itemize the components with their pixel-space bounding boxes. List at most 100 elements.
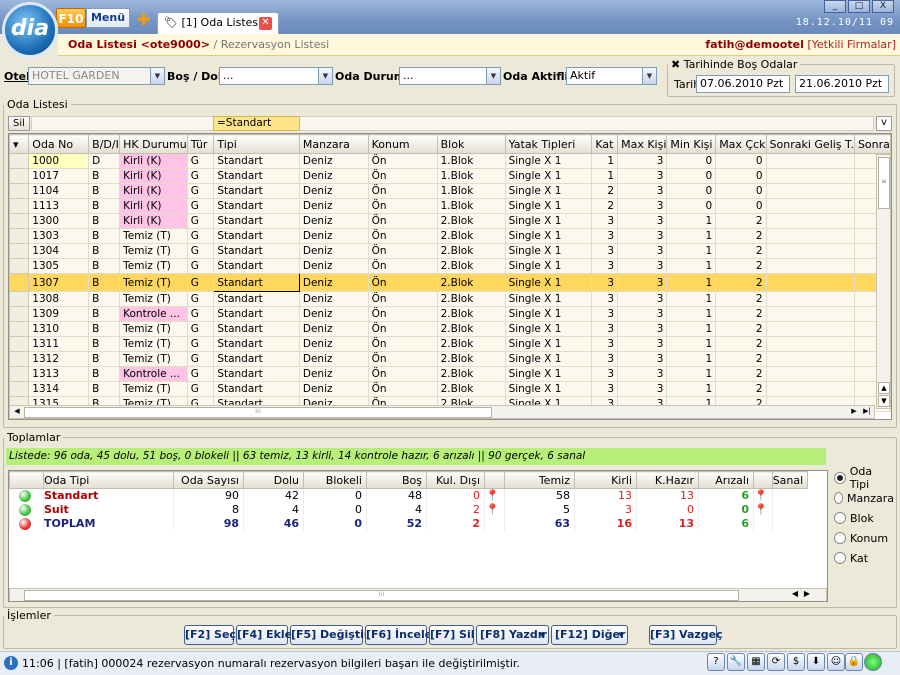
- table-cell[interactable]: 1: [666, 381, 717, 397]
- table-cell[interactable]: 1307: [28, 273, 90, 292]
- pin-icon[interactable]: 📍: [484, 488, 505, 503]
- table-cell[interactable]: Deniz: [298, 243, 369, 259]
- tipi-filter-input[interactable]: =Standart: [213, 116, 300, 131]
- table-cell[interactable]: Standart: [213, 258, 300, 274]
- table-cell[interactable]: Ön: [367, 381, 438, 397]
- column-header[interactable]: B/D/I: [88, 134, 121, 154]
- table-cell[interactable]: Ön: [367, 198, 438, 214]
- scroll-down-icon[interactable]: ▼: [878, 395, 890, 407]
- incele-button[interactable]: [F6] İncele: [365, 625, 432, 645]
- table-cell[interactable]: 1.Blok: [436, 183, 506, 199]
- table-row[interactable]: 1305 B Temiz (T) G Standart Deniz Ön 2.Blok Sing…: [9, 258, 891, 274]
- column-header[interactable]: Tipi: [213, 134, 300, 154]
- column-header[interactable]: Oda No: [28, 134, 90, 154]
- table-cell[interactable]: Ön: [367, 243, 438, 259]
- table-cell[interactable]: B: [88, 366, 121, 382]
- table-cell[interactable]: 1: [666, 366, 717, 382]
- table-cell[interactable]: 2: [715, 306, 767, 322]
- table-cell[interactable]: Standart: [213, 273, 300, 292]
- table-cell[interactable]: Standart: [213, 336, 300, 352]
- table-cell[interactable]: 3: [617, 366, 668, 382]
- table-cell[interactable]: 1304: [28, 243, 90, 259]
- table-cell[interactable]: 2.Blok: [436, 213, 506, 229]
- table-cell[interactable]: 3: [617, 321, 668, 337]
- minimize-button[interactable]: _: [824, 0, 846, 13]
- table-cell[interactable]: Single X 1: [504, 381, 593, 397]
- table-cell[interactable]: 2: [715, 258, 767, 274]
- table-cell[interactable]: Standart: [213, 153, 300, 169]
- table-cell[interactable]: 3: [591, 213, 619, 229]
- scroll-right-icon[interactable]: ▶: [804, 589, 810, 598]
- row-selector[interactable]: [9, 351, 30, 367]
- table-cell[interactable]: 3: [617, 183, 668, 199]
- sil-action-button[interactable]: [F7] Sil: [429, 625, 475, 645]
- table-cell[interactable]: G: [186, 306, 215, 322]
- table-cell[interactable]: G: [186, 321, 215, 337]
- totals-row[interactable]: TOPLAM 98 46 0 52 2 63 16 13 6: [9, 516, 808, 531]
- table-cell[interactable]: Ön: [367, 336, 438, 352]
- table-cell[interactable]: 1312: [28, 351, 90, 367]
- table-cell[interactable]: Deniz: [298, 366, 369, 382]
- table-cell[interactable]: Kontrole ...: [119, 306, 188, 322]
- table-cell[interactable]: Ön: [367, 273, 438, 292]
- oda-aktifligi-select[interactable]: Aktif ▼: [566, 67, 657, 85]
- table-cell[interactable]: G: [186, 153, 215, 169]
- table-cell[interactable]: 1: [666, 213, 717, 229]
- table-cell[interactable]: G: [186, 243, 215, 259]
- totals-column-header[interactable]: Oda Tipi: [43, 471, 174, 489]
- table-cell[interactable]: Ön: [367, 168, 438, 184]
- table-cell[interactable]: Standart: [213, 228, 300, 244]
- table-cell[interactable]: 2: [715, 213, 767, 229]
- table-cell[interactable]: 2.Blok: [436, 306, 506, 322]
- table-cell[interactable]: Ön: [367, 228, 438, 244]
- table-cell[interactable]: 1113: [28, 198, 90, 214]
- row-selector[interactable]: [9, 258, 30, 274]
- table-cell[interactable]: Deniz: [298, 258, 369, 274]
- sil-button[interactable]: Sil: [8, 116, 30, 131]
- h-scroll-thumb[interactable]: ⁞⁞⁞: [24, 407, 492, 418]
- table-cell[interactable]: 0: [715, 198, 767, 214]
- totals-column-header[interactable]: Kirli: [574, 471, 637, 489]
- table-cell[interactable]: 1: [666, 273, 717, 292]
- totals-column-header[interactable]: Kul. Dışı: [426, 471, 485, 489]
- table-cell[interactable]: 3: [617, 381, 668, 397]
- table-cell[interactable]: 1104: [28, 183, 90, 199]
- row-selector[interactable]: [9, 291, 30, 307]
- pin-icon[interactable]: [484, 516, 505, 531]
- table-cell[interactable]: 0: [666, 198, 717, 214]
- table-cell[interactable]: 3: [591, 273, 619, 292]
- table-cell[interactable]: 2.Blok: [436, 321, 506, 337]
- table-cell[interactable]: 2: [715, 336, 767, 352]
- degistir-button[interactable]: [F5] Değiştir: [290, 625, 369, 645]
- table-cell[interactable]: 2: [715, 381, 767, 397]
- column-header[interactable]: Max Kişi: [617, 134, 668, 154]
- table-cell[interactable]: Standart: [213, 198, 300, 214]
- table-cell[interactable]: Standart: [213, 366, 300, 382]
- table-cell[interactable]: Temiz (T): [119, 336, 188, 352]
- tarih-from-input[interactable]: 07.06.2010 Pzt: [696, 75, 790, 93]
- table-cell[interactable]: G: [186, 258, 215, 274]
- table-cell[interactable]: 1.Blok: [436, 153, 506, 169]
- table-cell[interactable]: B: [88, 291, 121, 307]
- tarih-to-input[interactable]: 21.06.2010 Pzt: [795, 75, 889, 93]
- table-cell[interactable]: G: [186, 351, 215, 367]
- table-cell[interactable]: 2.Blok: [436, 228, 506, 244]
- column-header[interactable]: Sonraki Geliş T.: [765, 134, 855, 154]
- table-row[interactable]: 1311 B Temiz (T) G Standart Deniz Ön 2.Blok Sing…: [9, 336, 891, 352]
- table-cell[interactable]: Single X 1: [504, 273, 593, 292]
- table-cell[interactable]: Single X 1: [504, 243, 593, 259]
- table-cell[interactable]: 0: [715, 183, 767, 199]
- table-cell[interactable]: Kirli (K): [119, 153, 188, 169]
- table-cell[interactable]: Deniz: [298, 168, 369, 184]
- table-cell[interactable]: 3: [591, 258, 619, 274]
- table-cell[interactable]: B: [88, 351, 121, 367]
- table-cell[interactable]: 2.Blok: [436, 243, 506, 259]
- table-cell[interactable]: G: [186, 198, 215, 214]
- tab-oda-listesi[interactable]: 🏷 [1] Oda Listesi ✕: [157, 12, 279, 34]
- filter-dropdown-button[interactable]: v: [876, 116, 892, 131]
- table-cell[interactable]: Single X 1: [504, 321, 593, 337]
- table-cell[interactable]: Deniz: [298, 183, 369, 199]
- help-icon[interactable]: ?: [707, 653, 725, 671]
- table-cell[interactable]: Single X 1: [504, 228, 593, 244]
- table-cell[interactable]: Deniz: [298, 291, 369, 307]
